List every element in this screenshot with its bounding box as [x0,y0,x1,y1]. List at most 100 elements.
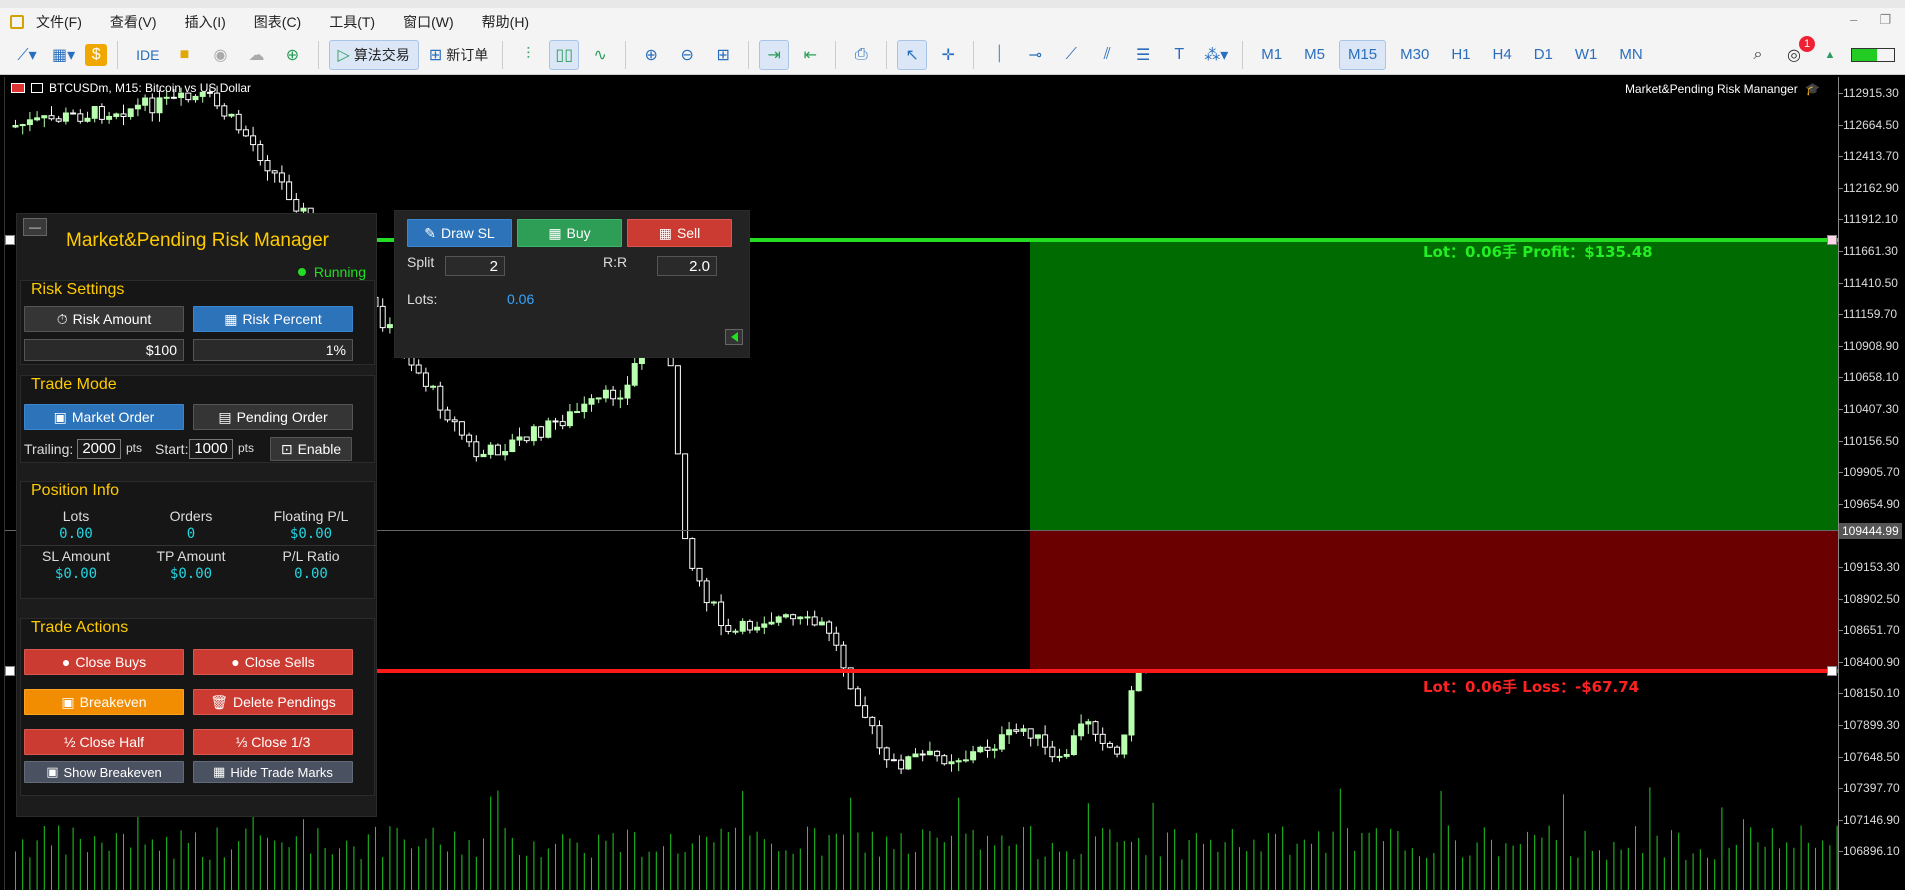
close-third-button[interactable]: ⅓ Close 1/3 [193,729,353,755]
price-label: 108902.50 [1843,591,1900,606]
grid-icon: ▦ [548,224,562,241]
toolbar-separator [317,40,319,69]
section-title: Trade Actions [31,619,129,636]
pencil-icon: ✎ [424,224,437,241]
line-chart-icon[interactable]: ∿ [585,40,615,70]
status-text: Running [313,264,366,280]
briefcase-icon[interactable]: ■ [170,40,200,70]
draw-sl-button[interactable]: ✎ Draw SL [407,219,512,247]
menu-charts[interactable]: 图表(C) [254,12,301,32]
menu-window[interactable]: 窗口(W) [403,12,454,32]
menu-insert[interactable]: 插入(I) [185,12,226,32]
risk-percent-field[interactable]: 1% [193,339,353,361]
price-label: 110658.10 [1843,370,1899,385]
vps-icon[interactable]: ⊕ [278,40,308,70]
split-input[interactable]: 2 [445,256,505,276]
crosshair-icon[interactable]: ✛ [933,40,963,70]
ide-button[interactable]: IDE [128,40,163,70]
risk-amount-button[interactable]: ⏱ Risk Amount [24,306,184,332]
chart-icon: ▦ [224,310,238,327]
breakeven-button[interactable]: ▣ Breakeven [24,689,184,715]
grid-icon: ▦ [658,224,672,241]
chart-symbol-title: BTCUSDm, M15: Bitcoin vs US Dollar [49,81,252,95]
line-chart-dropdown-icon[interactable]: ⟋▾ [12,40,42,70]
lvl-icon[interactable]: ▲ [1815,40,1845,70]
expert-advisor-label[interactable]: Market&Pending Risk Mananger 🎓 [1625,82,1820,96]
price-axis[interactable]: 112915.30 112664.50 112413.70 112162.90 1119… [1838,77,1905,890]
price-label: 109654.90 [1843,496,1900,511]
pending-order-button[interactable]: ▤ Pending Order [193,404,353,430]
hide-trade-marks-button[interactable]: ▦ Hide Trade Marks [193,761,353,783]
algo-trading-button[interactable]: ▷ 算法交易 [328,39,419,70]
show-breakeven-button[interactable]: ▣ Show Breakeven [24,761,184,783]
candlestick-icon[interactable]: ▯▯ [549,39,580,70]
price-label: 107899.30 [1843,718,1900,732]
channel-icon[interactable]: ⫽ [1092,40,1122,70]
market-order-button[interactable]: ▣ Market Order [24,404,184,430]
timeframe-m15[interactable]: M15 [1338,39,1387,70]
timeframe-mn[interactable]: MN [1611,40,1650,70]
cursor-icon[interactable]: ↖ [897,39,928,70]
zoom-in-icon[interactable]: ⊕ [636,40,666,70]
close-buys-button[interactable]: ● Close Buys [24,649,184,675]
price-chart[interactable]: Lot：0.06手 Profit：$135.48 Lot：0.06手 Loss：… [4,77,1838,890]
square-icon: ▣ [61,693,75,710]
lots-value: 0.06 [507,291,535,307]
chart-shift-icon[interactable]: ⇤ [795,40,825,70]
shapes-dropdown-icon[interactable]: ⁂▾ [1200,40,1232,70]
zoom-out-icon[interactable]: ⊖ [672,40,702,70]
chart-menu-icon[interactable] [11,83,25,93]
horizontal-line-icon[interactable]: ⊸ [1020,40,1050,70]
timeframe-m1[interactable]: M1 [1253,40,1290,70]
lots-label: Lots [62,508,90,524]
risk-amount-field[interactable]: $100 [24,339,184,361]
bar-chart-icon[interactable]: ⫶ [513,40,543,70]
price-label: 112162.90 [1843,180,1899,195]
close-half-button[interactable]: ½ Close Half [24,729,184,755]
menu-tools[interactable]: 工具(T) [329,12,375,32]
timeframe-h4[interactable]: H4 [1485,40,1520,70]
vertical-line-icon[interactable]: ⏐ [984,40,1014,70]
split-label: Split [407,254,435,270]
timeframe-m5[interactable]: M5 [1296,40,1333,70]
menu-view[interactable]: 查看(V) [110,12,157,32]
enable-trailing-button[interactable]: ⊡ Enable [270,437,352,461]
search-icon[interactable]: ⌕ [1743,40,1773,70]
screenshot-icon[interactable]: ⎙ [846,40,876,70]
signal-icon[interactable]: ◉ [206,40,236,70]
rr-input[interactable]: 2.0 [657,256,717,276]
minimize-icon[interactable]: – [1850,12,1857,28]
chart-template-dropdown-icon[interactable]: ▦▾ [48,40,79,70]
restore-icon[interactable]: ❐ [1879,12,1891,28]
sell-button[interactable]: ▦ Sell [627,219,732,247]
start-input[interactable]: 1000 [189,439,233,459]
buy-button[interactable]: ▦ Buy [517,219,622,247]
lots-label: Lots: [407,291,438,307]
fibonacci-icon[interactable]: ☰ [1128,40,1158,70]
market-icon[interactable]: $ [85,43,108,66]
account-icon[interactable]: ◎ 1 [1779,35,1815,70]
orders-label: Orders [169,508,213,524]
timeframe-m30[interactable]: M30 [1392,40,1437,70]
new-order-button[interactable]: ⊞ 新订单 [425,40,492,70]
cloud-icon[interactable]: ☁ [242,40,272,70]
new-order-icon: ⊞ [428,46,443,64]
timeframe-d1[interactable]: D1 [1526,40,1561,70]
notification-badge: 1 [1799,35,1815,52]
price-label: 108651.70 [1843,623,1900,638]
close-sells-button[interactable]: ● Close Sells [193,649,353,675]
trendline-icon[interactable]: ⟋ [1056,40,1086,70]
text-icon[interactable]: T [1164,40,1194,70]
collapse-trade-panel-button[interactable] [725,329,743,345]
trailing-input[interactable]: 2000 [77,439,121,459]
timeframe-w1[interactable]: W1 [1567,40,1606,70]
autoscroll-icon[interactable]: ⇥ [759,39,790,70]
delete-pendings-button[interactable]: 🗑 Delete Pendings [193,689,353,715]
toolbar-separator [835,40,837,69]
menu-help[interactable]: 帮助(H) [482,12,529,32]
pl-ratio-value: 0.00 [294,566,328,582]
timeframe-h1[interactable]: H1 [1443,40,1478,70]
grid-icon[interactable]: ⊞ [708,40,738,70]
menu-file[interactable]: 文件(F) [36,12,82,32]
risk-percent-button[interactable]: ▦ Risk Percent [193,306,353,332]
